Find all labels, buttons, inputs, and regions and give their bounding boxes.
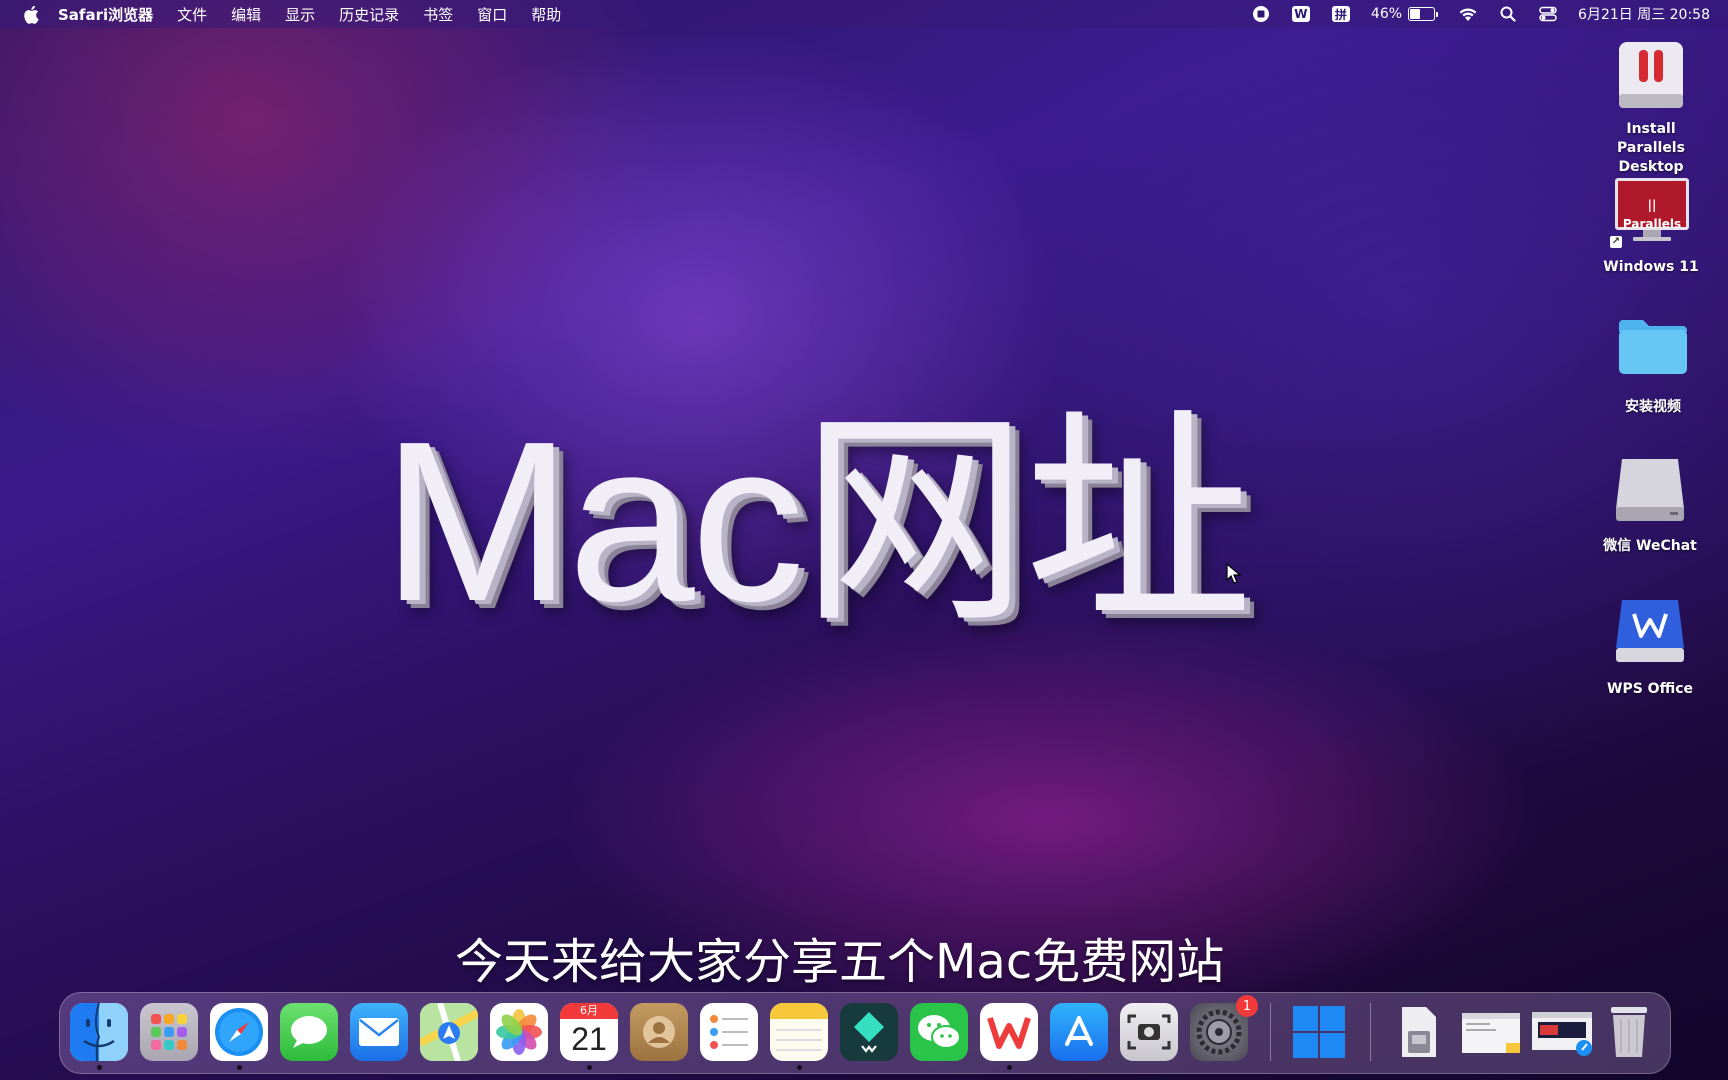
parallels-vm-label: || Parallels: [1622, 198, 1682, 231]
parallels-vm-icon: || Parallels ↗: [1610, 176, 1689, 252]
filmora-icon[interactable]: [840, 1003, 898, 1061]
menu-view[interactable]: 显示: [285, 4, 315, 25]
disk-image-icon: [1612, 455, 1688, 531]
documents-stack-icon[interactable]: [1460, 1003, 1524, 1061]
minimized-window-icon[interactable]: [1530, 1003, 1594, 1061]
calendar-day: 21: [571, 1021, 607, 1057]
safari-icon[interactable]: [210, 1003, 268, 1061]
desktop-icon-label: Install Parallels Desktop: [1617, 121, 1685, 175]
wps-office-icon[interactable]: [980, 1003, 1038, 1061]
finder-icon[interactable]: [70, 1003, 128, 1061]
screen-record-icon[interactable]: [1251, 4, 1271, 24]
notification-badge: 1: [1236, 995, 1258, 1017]
menu-history[interactable]: 历史记录: [339, 4, 399, 25]
battery-icon: [1408, 7, 1436, 21]
messages-icon[interactable]: [280, 1003, 338, 1061]
downloads-stack-icon[interactable]: [1390, 1003, 1448, 1061]
mouse-cursor-icon: [1226, 562, 1242, 589]
menubar-clock[interactable]: 6月21日 周三 20:58: [1578, 4, 1710, 24]
spotlight-search-icon[interactable]: [1498, 4, 1518, 24]
battery-status[interactable]: 46%: [1370, 6, 1439, 22]
desktop: Safari浏览器 文件 编辑 显示 历史记录 书签 窗口 帮助 W 拼 46%: [0, 0, 1728, 1080]
control-center-icon[interactable]: [1538, 4, 1558, 24]
desktop-icon-install-video-folder[interactable]: 安装视频: [1593, 316, 1713, 417]
folder-icon: [1615, 316, 1691, 392]
calendar-month: 6月: [560, 1003, 618, 1019]
trash-icon[interactable]: [1600, 1003, 1658, 1061]
dock-separator: [1370, 1003, 1371, 1061]
menu-help[interactable]: 帮助: [531, 4, 561, 25]
photos-icon[interactable]: [490, 1003, 548, 1061]
wechat-icon[interactable]: [910, 1003, 968, 1061]
menu-bookmarks[interactable]: 书签: [423, 4, 453, 25]
notes-icon[interactable]: [770, 1003, 828, 1061]
calendar-icon[interactable]: 6月 21: [560, 1003, 618, 1061]
menu-file[interactable]: 文件: [177, 4, 207, 25]
input-method-icon[interactable]: 拼: [1331, 4, 1351, 24]
menu-window[interactable]: 窗口: [477, 4, 507, 25]
video-subtitle-caption: 今天来给大家分享五个Mac免费网站: [455, 934, 1225, 990]
desktop-icon-wps-dmg[interactable]: WPS Office: [1590, 598, 1710, 699]
wifi-icon[interactable]: [1458, 4, 1478, 24]
mail-icon[interactable]: [350, 1003, 408, 1061]
contacts-icon[interactable]: [630, 1003, 688, 1061]
settings-icon[interactable]: 1: [1190, 995, 1258, 1061]
video-title-overlay: Mac网址: [382, 395, 1253, 649]
apple-menu-icon[interactable]: [22, 5, 40, 24]
parallels-installer-icon: [1613, 38, 1689, 114]
active-app-name[interactable]: Safari浏览器: [58, 4, 153, 25]
desktop-icon-label: 安装视频: [1625, 399, 1681, 415]
desktop-icon-install-parallels[interactable]: Install Parallels Desktop: [1591, 38, 1711, 177]
desktop-icon-label: WPS Office: [1607, 681, 1693, 697]
input-method-label: 拼: [1331, 6, 1350, 22]
launchpad-icon[interactable]: [140, 1003, 198, 1061]
wps-icon[interactable]: W: [1291, 4, 1311, 24]
dock-separator: [1270, 1003, 1271, 1061]
desktop-icon-label: Windows 11: [1603, 259, 1699, 275]
alias-arrow-icon: ↗: [1610, 236, 1622, 248]
desktop-icon-wechat-dmg[interactable]: 微信 WeChat: [1590, 455, 1710, 556]
desktop-icon-label: 微信 WeChat: [1603, 538, 1697, 554]
reminders-icon[interactable]: [700, 1003, 758, 1061]
screenshot-icon[interactable]: [1120, 1003, 1178, 1061]
windows-icon[interactable]: [1290, 1003, 1348, 1061]
maps-icon[interactable]: [420, 1003, 478, 1061]
menu-edit[interactable]: 编辑: [231, 4, 261, 25]
menu-bar: Safari浏览器 文件 编辑 显示 历史记录 书签 窗口 帮助 W 拼 46%: [0, 0, 1728, 28]
wps-disk-image-icon: [1612, 598, 1688, 674]
dock: 6月 21 1: [59, 992, 1671, 1074]
app-store-icon[interactable]: [1050, 1003, 1108, 1061]
battery-percent: 46%: [1370, 6, 1403, 22]
desktop-icon-windows-11[interactable]: || Parallels ↗ Windows 11: [1591, 176, 1711, 277]
